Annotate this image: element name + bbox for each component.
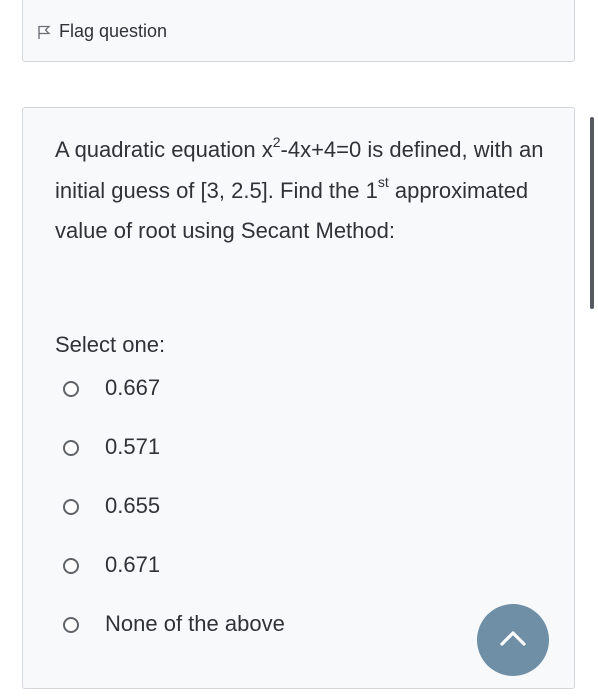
answer-option[interactable]: 0.655 xyxy=(63,494,285,553)
flag-icon xyxy=(37,25,51,39)
radio-button[interactable] xyxy=(63,499,79,515)
answer-option[interactable]: 0.571 xyxy=(63,435,285,494)
answer-option-label: 0.655 xyxy=(105,493,161,518)
radio-button[interactable] xyxy=(63,617,79,633)
answer-option-label: 0.671 xyxy=(105,552,161,577)
question-superscript: 2 xyxy=(272,133,281,150)
flag-question-link[interactable]: Flag question xyxy=(37,21,167,42)
flag-question-label: Flag question xyxy=(59,21,168,41)
scroll-to-top-button[interactable] xyxy=(477,604,549,676)
flag-question-panel: Flag question xyxy=(22,0,575,62)
question-text-part: A quadratic equation x xyxy=(55,137,273,162)
radio-button[interactable] xyxy=(63,440,79,456)
answer-option-label: 0.571 xyxy=(105,434,161,459)
answer-option-label: 0.667 xyxy=(105,375,161,400)
answer-option[interactable]: 0.671 xyxy=(63,553,285,612)
select-one-label: Select one: xyxy=(55,332,166,357)
answer-options: 0.667 0.571 0.655 0.671 None of the abov… xyxy=(63,376,285,671)
scrollbar-thumb[interactable] xyxy=(590,117,594,309)
question-card: A quadratic equation x2-4x+4=0 is define… xyxy=(22,107,575,689)
question-superscript: st xyxy=(377,174,389,191)
answer-option[interactable]: 0.667 xyxy=(63,376,285,435)
answer-option-label: None of the above xyxy=(105,611,285,636)
answer-option[interactable]: None of the above xyxy=(63,612,285,671)
radio-button[interactable] xyxy=(63,381,79,397)
radio-button[interactable] xyxy=(63,558,79,574)
question-text: A quadratic equation x2-4x+4=0 is define… xyxy=(55,130,555,252)
chevron-up-icon xyxy=(499,629,527,652)
